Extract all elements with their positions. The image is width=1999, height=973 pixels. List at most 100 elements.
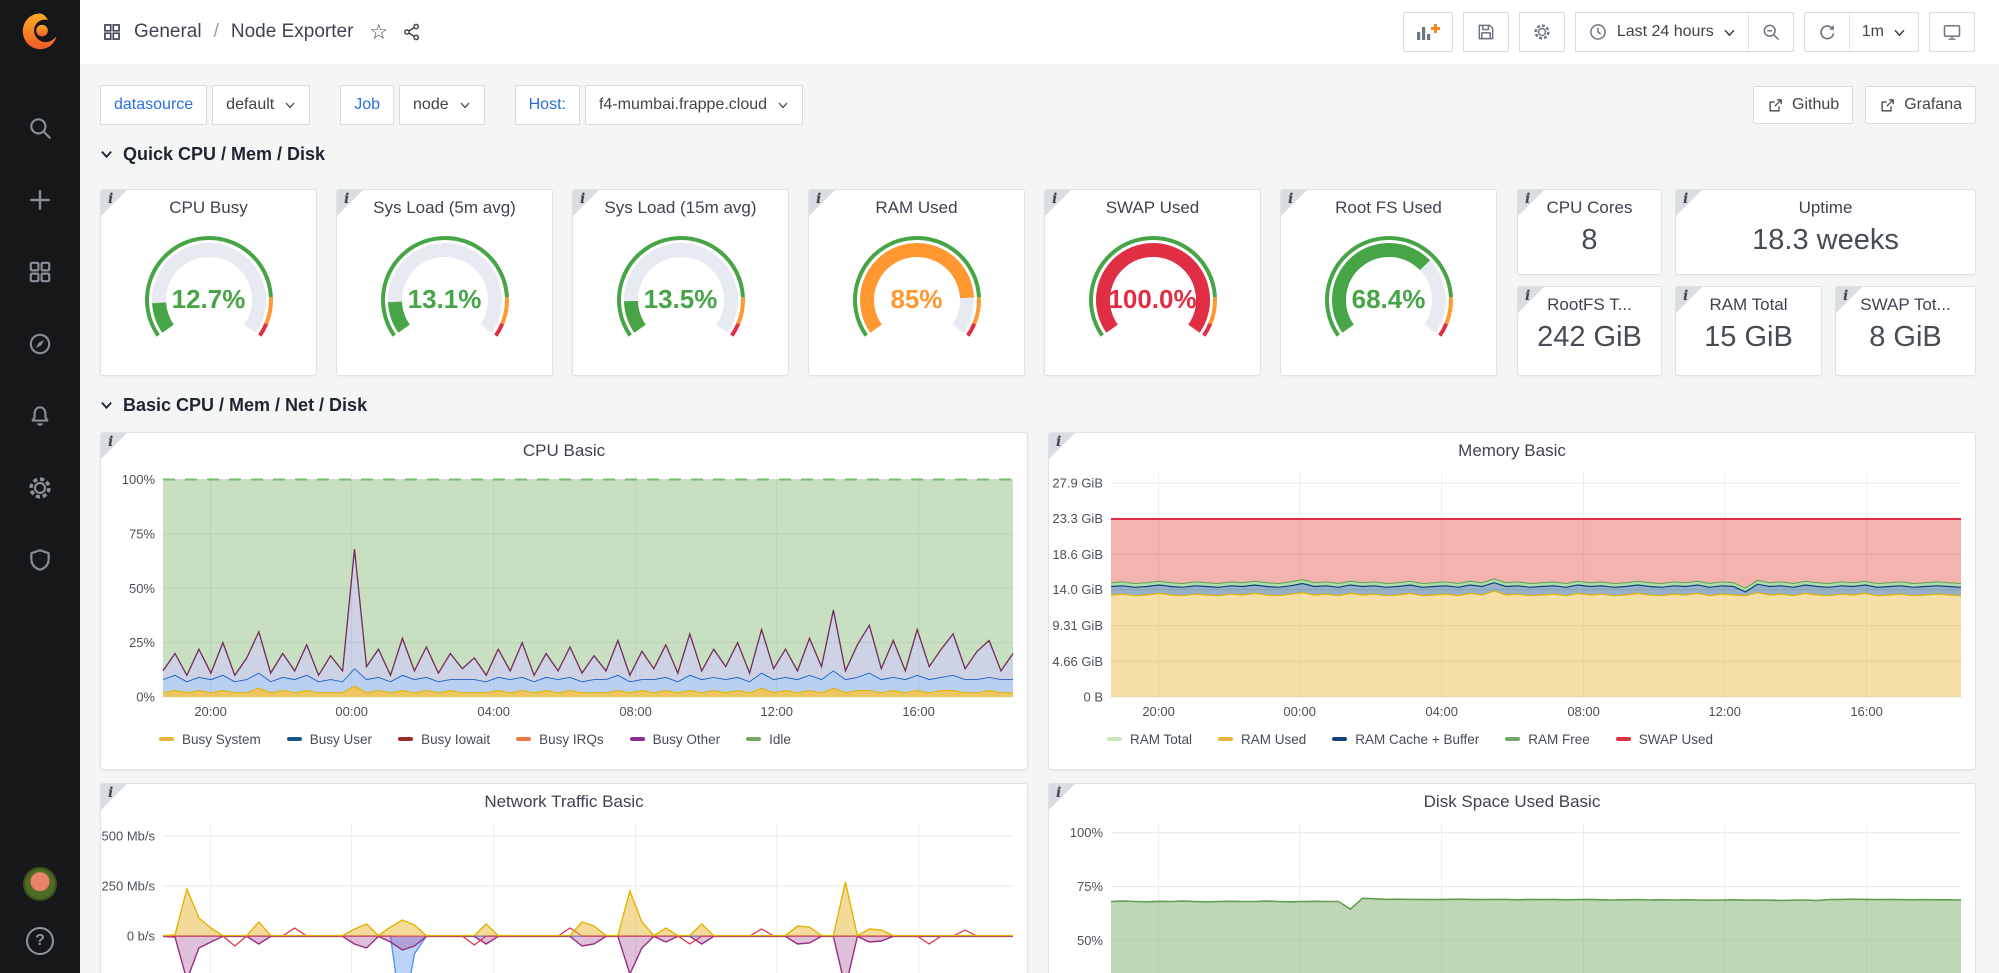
star-icon[interactable]: ☆ [369,20,388,45]
sidebar-item-create[interactable] [18,178,62,222]
panel-info-corner[interactable] [337,190,363,216]
refresh-interval-picker[interactable]: 1m [1849,13,1918,51]
panel-title[interactable]: CPU Basic [101,433,1027,461]
svg-text:08:00: 08:00 [1567,704,1600,719]
panel-title[interactable]: SWAP Used [1045,190,1260,218]
variable-label-datasource: datasource [100,85,207,125]
variable-value: default [226,96,274,114]
legend-item[interactable]: Busy IRQs [516,732,604,747]
sidebar-item-explore[interactable] [18,322,62,366]
panel-swap-used: i SWAP Used 100.0% [1044,189,1261,376]
legend-item[interactable]: Busy User [287,732,372,747]
panel-info-corner[interactable] [1049,433,1075,459]
info-icon: i [1525,191,1530,207]
grafana-link-button[interactable]: Grafana [1865,86,1976,124]
sidebar-item-search[interactable] [18,106,62,150]
svg-text:12:00: 12:00 [1708,704,1741,719]
panel-title[interactable]: CPU Busy [101,190,316,218]
sidebar-item-server-admin[interactable] [18,538,62,582]
panel-info-corner[interactable] [101,190,127,216]
sidebar-item-alerting[interactable] [18,394,62,438]
panel-info-corner[interactable] [809,190,835,216]
panel-info-corner[interactable] [101,433,127,459]
help-icon[interactable]: ? [26,927,54,955]
panel-title[interactable]: Sys Load (15m avg) [573,190,788,218]
panel-info-corner[interactable] [1676,190,1702,216]
legend-item[interactable]: Busy System [159,732,261,747]
user-avatar[interactable] [23,867,57,901]
grafana-logo-icon[interactable] [18,10,62,54]
panel-info-corner[interactable] [1281,190,1307,216]
panel-info-corner[interactable] [1836,287,1862,313]
svg-text:18.6 GiB: 18.6 GiB [1052,547,1103,562]
panel-info-corner[interactable] [1518,287,1544,313]
panel-root-fs-used: i Root FS Used 68.4% [1280,189,1497,376]
legend-label: SWAP Used [1639,732,1713,747]
info-icon: i [108,191,113,207]
disk-space-chart[interactable]: 0%25%50%75%100%20:0000:0004:0008:0012:00… [1049,814,1975,973]
gauge-sys-load-15m [596,222,766,344]
svg-text:16:00: 16:00 [902,704,935,719]
time-range-picker[interactable]: Last 24 hours [1576,13,1748,51]
legend-swatch [1505,737,1520,741]
sidebar-item-configuration[interactable] [18,466,62,510]
row-header-quick[interactable]: Quick CPU / Mem / Disk [100,139,1976,169]
panel-title[interactable]: Uptime [1676,190,1975,218]
panel-info-corner[interactable] [1518,190,1544,216]
legend-item[interactable]: SWAP Used [1616,732,1713,747]
github-link-button[interactable]: Github [1753,86,1853,124]
panel-title[interactable]: Disk Space Used Basic [1049,784,1975,812]
breadcrumb-dashboard[interactable]: Node Exporter [231,21,354,43]
row-header-basic[interactable]: Basic CPU / Mem / Net / Disk [100,390,1976,420]
panel-info-corner[interactable] [1045,190,1071,216]
legend-swatch [1218,737,1233,741]
sidebar-item-dashboards[interactable] [18,250,62,294]
plus-icon [27,187,53,213]
panel-info-corner[interactable] [101,784,127,810]
legend-item[interactable]: RAM Cache + Buffer [1332,732,1479,747]
refresh-button[interactable] [1805,13,1849,51]
legend-item[interactable]: Idle [746,732,791,747]
share-icon[interactable] [402,22,422,42]
legend-item[interactable]: RAM Free [1505,732,1590,747]
cpu-basic-chart[interactable]: 0%25%50%75%100%20:0000:0004:0008:0012:00… [101,463,1027,723]
legend-label: Idle [769,732,791,747]
panel-title[interactable]: Network Traffic Basic [101,784,1027,812]
legend-item[interactable]: RAM Used [1218,732,1306,747]
svg-text:12:00: 12:00 [760,704,793,719]
dashboard-settings-button[interactable] [1519,12,1565,52]
panel-title[interactable]: RAM Used [809,190,1024,218]
panel-info-corner[interactable] [1676,287,1702,313]
save-dashboard-button[interactable] [1463,12,1509,52]
variable-select-host[interactable]: f4-mumbai.frappe.cloud [585,85,803,125]
stat-value: 18.3 weeks [1676,224,1975,257]
chevron-down-icon [1723,28,1736,37]
save-icon [1476,22,1496,42]
variable-select-job[interactable]: node [399,85,485,125]
panel-title[interactable]: Root FS Used [1281,190,1496,218]
panel-title[interactable]: Sys Load (5m avg) [337,190,552,218]
legend-swatch [516,737,531,741]
panel-title[interactable]: Memory Basic [1049,433,1975,461]
breadcrumb: General / Node Exporter [102,21,353,43]
memory-basic-chart[interactable]: 0 B4.66 GiB9.31 GiB14.0 GiB18.6 GiB23.3 … [1049,463,1975,723]
gauge-value: 85% [832,284,1002,315]
kiosk-mode-button[interactable] [1929,12,1975,52]
add-panel-button[interactable] [1403,12,1453,52]
panel-sys-load-5m: i Sys Load (5m avg) 13.1% [336,189,553,376]
panel-info-corner[interactable] [1049,784,1075,810]
stat-value: 15 GiB [1676,321,1821,354]
panel-info-corner[interactable] [573,190,599,216]
bell-icon [27,403,53,429]
refresh-interval-label: 1m [1862,23,1884,41]
legend-item[interactable]: RAM Total [1107,732,1192,747]
legend-item[interactable]: Busy Other [630,732,721,747]
legend-item[interactable]: Busy Iowait [398,732,490,747]
breadcrumb-folder[interactable]: General [134,21,202,43]
network-traffic-chart[interactable]: 500 Mb/s250 Mb/s0 b/s-250 Mb/s-500 Mb/s2… [101,814,1027,973]
zoom-out-button[interactable] [1748,13,1793,51]
variable-select-datasource[interactable]: default [212,85,310,125]
svg-text:100%: 100% [122,472,156,487]
legend-label: Busy IRQs [539,732,604,747]
panel-network-traffic-basic: i Network Traffic Basic 500 Mb/s250 Mb/s… [100,783,1028,973]
